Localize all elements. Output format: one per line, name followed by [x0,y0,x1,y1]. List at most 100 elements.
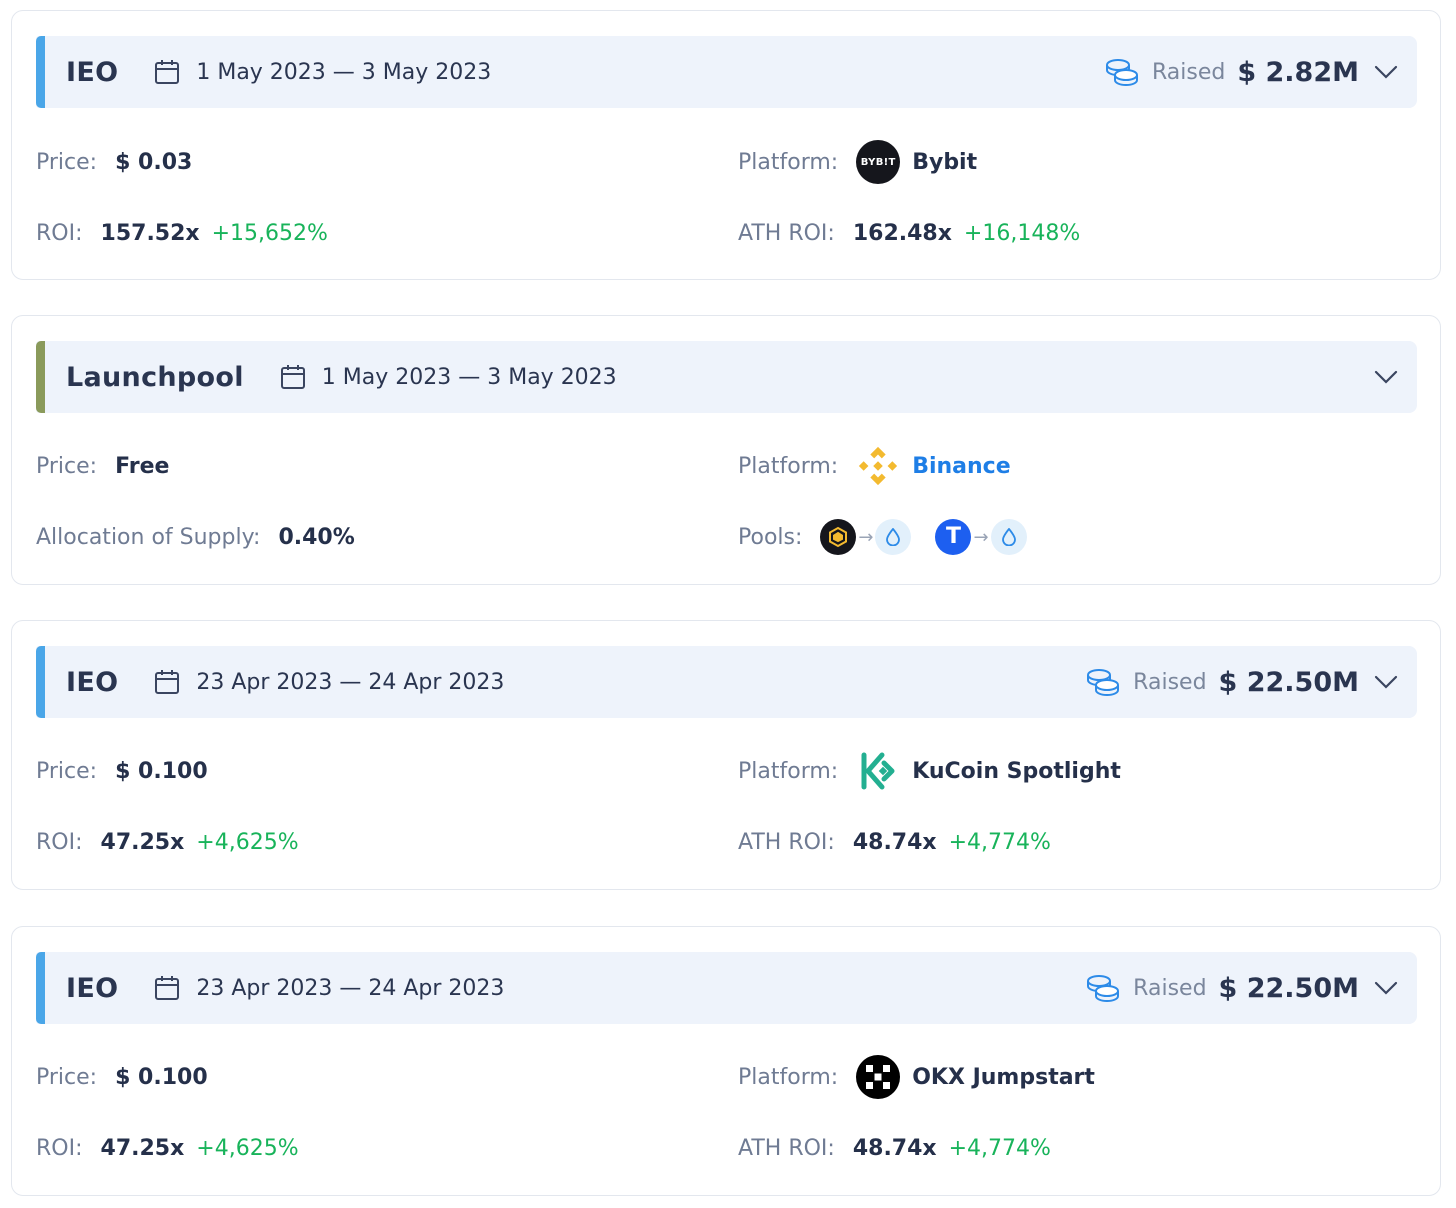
ath-roi-percent: +4,774% [948,829,1051,855]
coins-icon [1087,669,1120,697]
sale-type: IEO [66,56,119,88]
sale-header[interactable]: Launchpool 1 May 2023 — 3 May 2023 [36,341,1417,413]
ath-roi-row: ATH ROI: 48.74x +4,774% [738,1126,1051,1170]
bnb-token-icon[interactable] [820,519,857,555]
ath-roi-label: ATH ROI: [738,1135,835,1161]
raised-label: Raised [1133,669,1207,695]
price-value: $ 0.100 [115,1064,208,1090]
price-label: Price: [36,758,98,784]
ath-roi-label: ATH ROI: [738,829,835,855]
droplet-icon[interactable] [875,519,912,555]
binance-logo-icon [856,444,900,488]
sale-card-launchpool-binance: Launchpool 1 May 2023 — 3 May 2023 Price… [11,315,1441,585]
coins-icon [1105,59,1138,87]
platform-label: Platform: [738,758,839,784]
roi-value: 47.25x [100,829,185,855]
platform-row: Platform: BYB!T Bybit [738,140,977,184]
type-stripe [36,36,45,108]
type-stripe [36,646,45,718]
platform-name[interactable]: OKX Jumpstart [912,1065,1095,1090]
price-label: Price: [36,453,98,479]
sale-card-ieo-okx: IEO 23 Apr 2023 — 24 Apr 2023 Raised $ 2… [11,926,1441,1196]
sale-header[interactable]: IEO 1 May 2023 — 3 May 2023 Raised $ 2.8… [36,36,1417,108]
roi-row: ROI: 157.52x +15,652% [36,211,328,255]
pools-row: Pools: → T → [738,515,1027,559]
type-stripe [36,341,45,413]
droplet-icon[interactable] [990,519,1027,555]
raised-label: Raised [1151,59,1226,85]
platform-row: Platform: KuCoin Spotlight [738,749,1121,793]
ath-roi-row: ATH ROI: 162.48x +16,148% [738,211,1080,255]
sale-type: Launchpool [66,361,244,393]
price-label: Price: [36,1064,98,1090]
sale-card-ieo-kucoin: IEO 23 Apr 2023 — 24 Apr 2023 Raised $ 2… [11,620,1441,890]
platform-row: Platform: OKX Jumpstart [738,1055,1095,1099]
calendar-icon [152,973,182,1003]
allocation-label: Allocation of Supply: [36,524,261,550]
chevron-down-icon[interactable] [1373,669,1399,695]
price-row: Price: Free [36,444,169,488]
kucoin-logo-icon [856,749,900,793]
raised-amount: $ 22.50M [1218,666,1359,698]
roi-label: ROI: [36,1135,83,1161]
sale-header[interactable]: IEO 23 Apr 2023 — 24 Apr 2023 Raised $ 2… [36,646,1417,718]
sale-type: IEO [66,972,119,1004]
ath-roi-percent: +16,148% [963,220,1081,246]
platform-label: Platform: [738,453,839,479]
calendar-icon [152,57,182,87]
platform-label: Platform: [738,149,839,175]
tusd-token-icon[interactable]: T [935,519,972,555]
platform-name[interactable]: Bybit [912,150,977,175]
sale-card-ieo-bybit: IEO 1 May 2023 — 3 May 2023 Raised $ 2.8… [11,10,1441,280]
raised-amount: $ 22.50M [1218,972,1359,1004]
roi-percent: +15,652% [211,220,328,246]
calendar-icon [278,362,308,392]
ath-roi-value: 162.48x [852,220,952,246]
arrow-right-icon: → [858,526,874,548]
calendar-icon [152,667,182,697]
platform-row: Platform: Binance [738,444,1011,488]
sale-header[interactable]: IEO 23 Apr 2023 — 24 Apr 2023 Raised $ 2… [36,952,1417,1024]
price-label: Price: [36,149,98,175]
roi-percent: +4,625% [196,829,299,855]
allocation-row: Allocation of Supply: 0.40% [36,515,355,559]
arrow-right-icon: → [973,526,989,548]
ath-roi-value: 48.74x [852,1135,937,1161]
price-row: Price: $ 0.100 [36,1055,208,1099]
raised-label: Raised [1133,975,1207,1001]
roi-value: 47.25x [100,1135,185,1161]
sale-dates: 23 Apr 2023 — 24 Apr 2023 [196,669,505,695]
chevron-down-icon[interactable] [1373,975,1399,1001]
bybit-logo-icon: BYB!T [856,140,901,184]
price-value: Free [115,453,170,479]
roi-row: ROI: 47.25x +4,625% [36,1126,299,1170]
allocation-value: 0.40% [278,524,355,550]
price-value: $ 0.03 [115,149,193,175]
price-row: Price: $ 0.100 [36,749,208,793]
roi-row: ROI: 47.25x +4,625% [36,820,299,864]
pools-label: Pools: [738,524,803,550]
ath-roi-row: ATH ROI: 48.74x +4,774% [738,820,1051,864]
price-row: Price: $ 0.03 [36,140,192,184]
roi-value: 157.52x [100,220,200,246]
price-value: $ 0.100 [115,758,208,784]
raised-amount: $ 2.82M [1237,56,1359,88]
type-stripe [36,952,45,1024]
roi-label: ROI: [36,220,83,246]
sale-type: IEO [66,666,119,698]
chevron-down-icon[interactable] [1373,59,1399,85]
roi-label: ROI: [36,829,83,855]
ath-roi-label: ATH ROI: [738,220,835,246]
ath-roi-value: 48.74x [852,829,937,855]
platform-label: Platform: [738,1064,839,1090]
coins-icon [1087,975,1120,1003]
platform-name-link[interactable]: Binance [912,454,1010,479]
sale-dates: 23 Apr 2023 — 24 Apr 2023 [196,975,505,1001]
chevron-down-icon[interactable] [1373,364,1399,390]
okx-logo-icon [856,1055,901,1099]
sale-dates: 1 May 2023 — 3 May 2023 [196,59,492,85]
platform-name[interactable]: KuCoin Spotlight [912,759,1121,784]
roi-percent: +4,625% [196,1135,299,1161]
sale-dates: 1 May 2023 — 3 May 2023 [321,364,617,390]
ath-roi-percent: +4,774% [948,1135,1051,1161]
